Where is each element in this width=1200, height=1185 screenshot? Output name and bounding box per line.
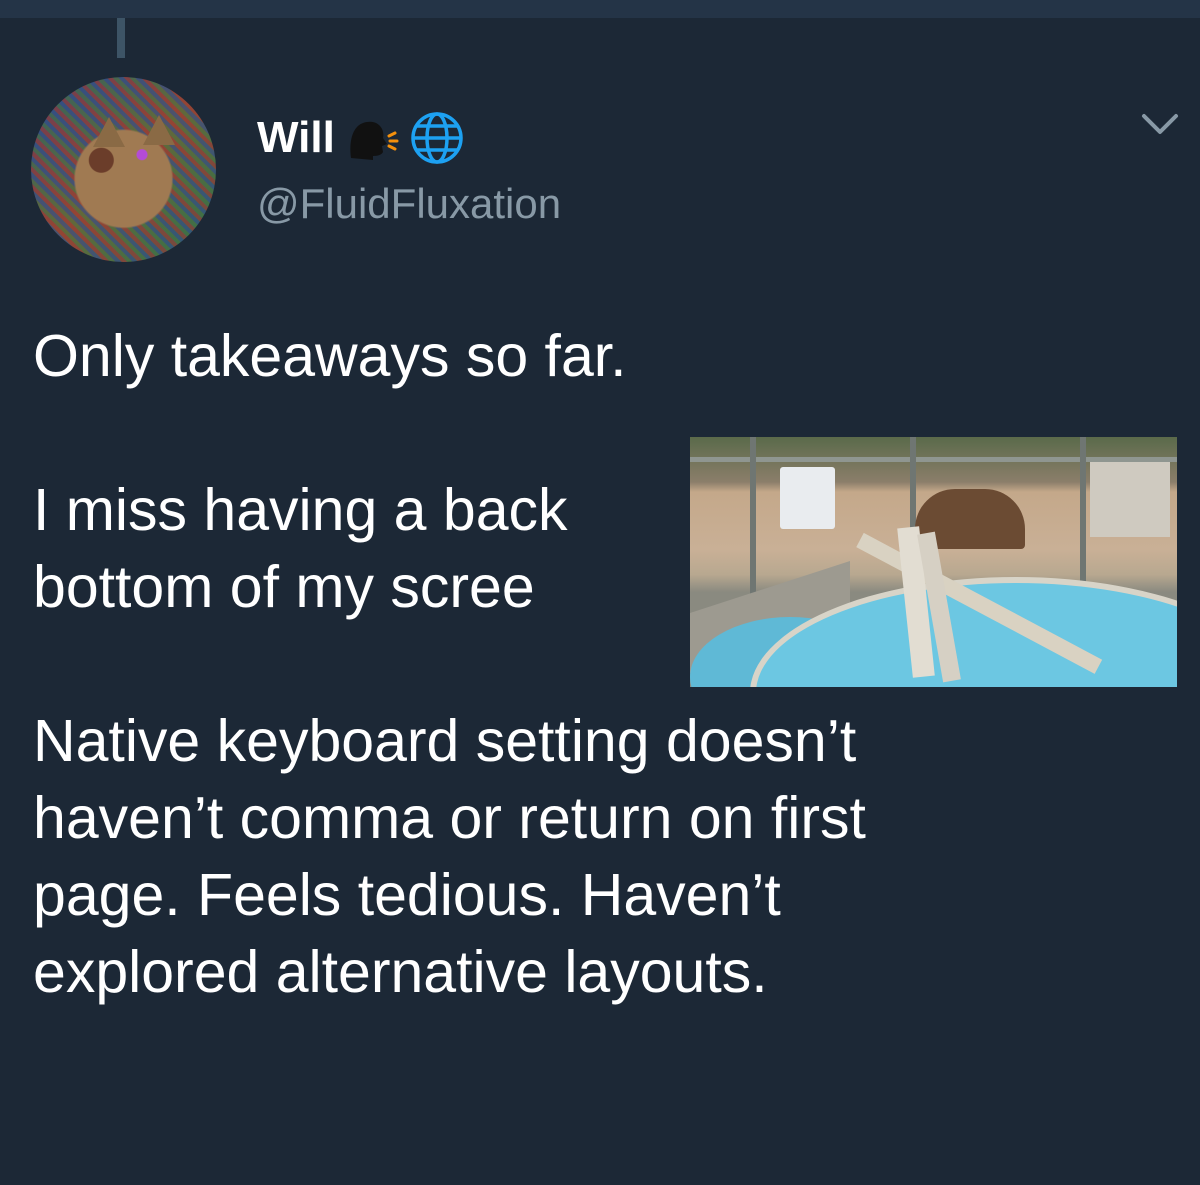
avatar-ear-left — [93, 117, 125, 147]
top-bar — [0, 0, 1200, 18]
author-handle[interactable]: @FluidFluxation — [257, 176, 561, 232]
display-name[interactable]: Will — [257, 111, 335, 165]
avatar-ear-right — [143, 115, 175, 145]
video-sign — [780, 467, 835, 529]
video-brick-wall — [1090, 462, 1170, 537]
tweet-paragraph: Native keyboard setting doesn’t haven’t … — [33, 708, 866, 1005]
author-name-row[interactable]: Will — [257, 110, 465, 166]
tweet-paragraph: Only takeaways so far. — [33, 323, 627, 389]
avatar[interactable] — [31, 77, 216, 262]
thread-connector-line — [117, 18, 125, 58]
video-fence-pole — [750, 437, 756, 607]
video-overlay[interactable] — [690, 437, 1177, 687]
chevron-down-icon[interactable] — [1140, 110, 1180, 140]
globe-icon — [409, 110, 465, 166]
speaking-head-icon — [345, 114, 399, 162]
